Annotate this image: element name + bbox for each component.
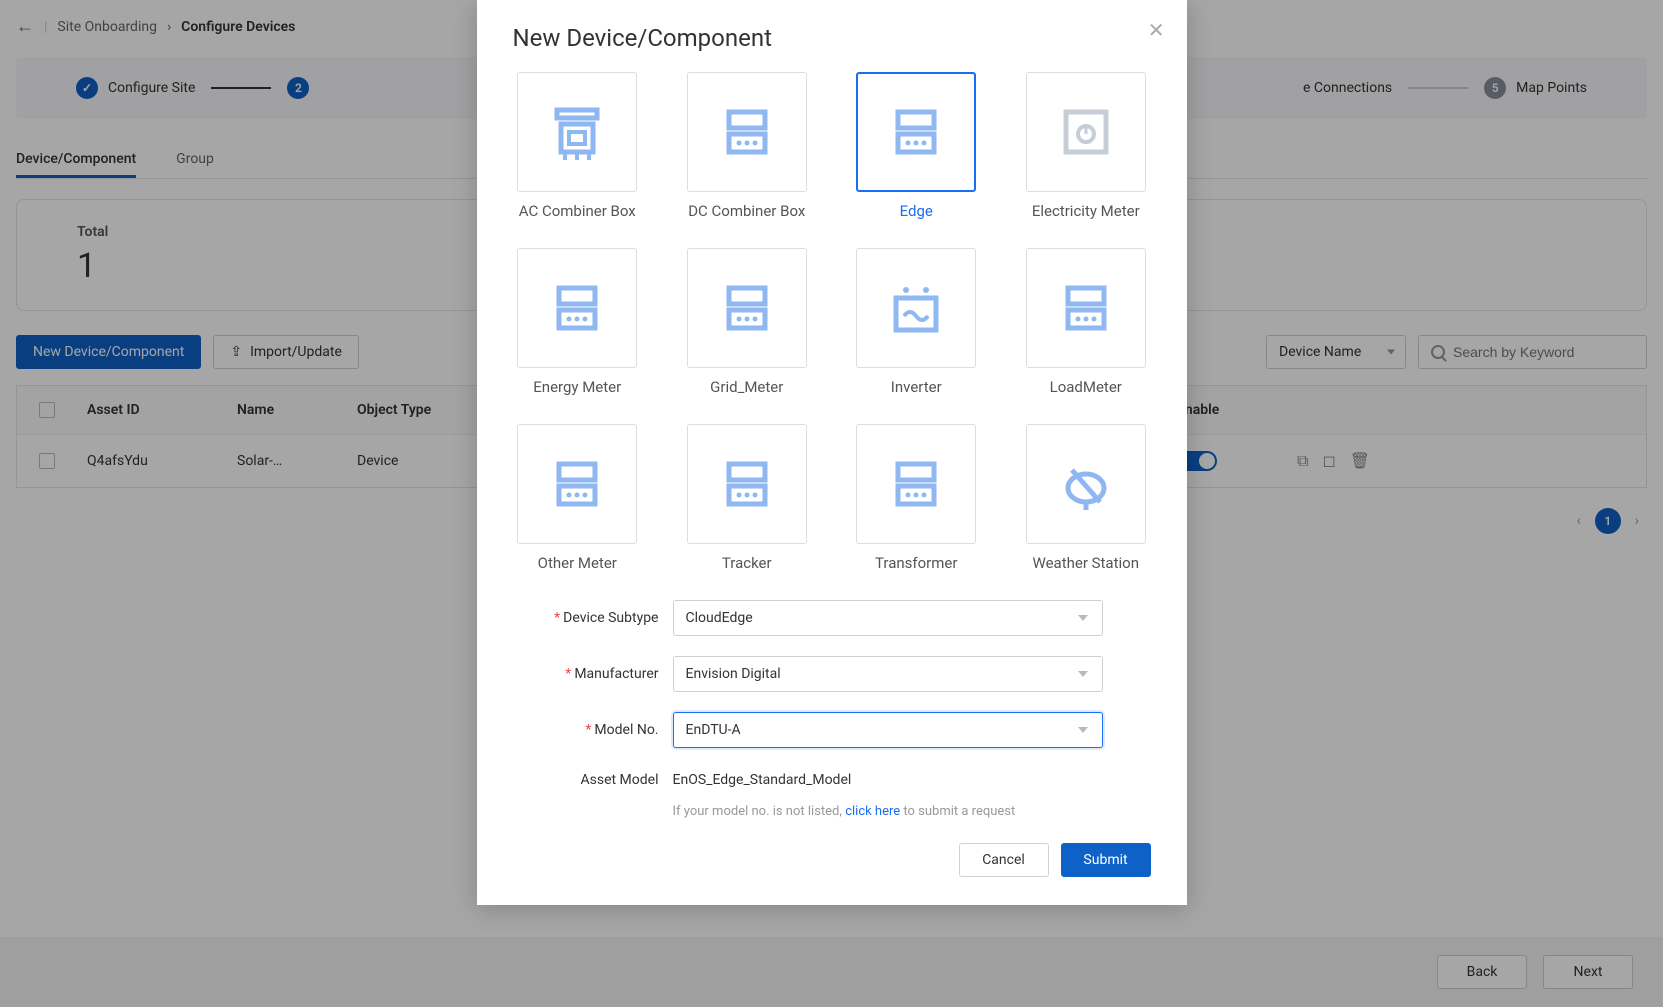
device-type-dc-combiner[interactable]: DC Combiner Box: [687, 72, 807, 220]
device-type-label: DC Combiner Box: [687, 202, 807, 220]
electricity-meter-icon: [1026, 72, 1146, 192]
model-hint: If your model no. is not listed, click h…: [673, 804, 1151, 819]
load-meter-icon: [1026, 248, 1146, 368]
other-meter-icon: [517, 424, 637, 544]
device-type-other-meter[interactable]: Other Meter: [517, 424, 637, 572]
device-type-label: LoadMeter: [1026, 378, 1146, 396]
device-type-grid: AC Combiner Box DC Combiner Box Edge Electr…: [513, 72, 1151, 572]
label-manufacturer: *Manufacturer: [513, 666, 673, 682]
label-asset-model: Asset Model: [513, 772, 673, 788]
device-type-label: Electricity Meter: [1026, 202, 1146, 220]
device-type-label: Grid_Meter: [687, 378, 807, 396]
ac-combiner-icon: [517, 72, 637, 192]
device-type-label: Tracker: [687, 554, 807, 572]
submit-button[interactable]: Submit: [1061, 843, 1151, 877]
energy-meter-icon: [517, 248, 637, 368]
device-type-ac-combiner[interactable]: AC Combiner Box: [517, 72, 637, 220]
device-type-label: Edge: [856, 202, 976, 220]
device-type-label: Weather Station: [1026, 554, 1146, 572]
asset-model-value: EnOS_Edge_Standard_Model: [673, 768, 852, 792]
inverter-icon: [856, 248, 976, 368]
manufacturer-select[interactable]: Envision Digital: [673, 656, 1103, 692]
device-type-energy-meter[interactable]: Energy Meter: [517, 248, 637, 396]
device-type-load-meter[interactable]: LoadMeter: [1026, 248, 1146, 396]
device-type-tracker[interactable]: Tracker: [687, 424, 807, 572]
new-device-modal: ✕ New Device/Component AC Combiner Box DC…: [477, 0, 1187, 905]
tracker-icon: [687, 424, 807, 544]
click-here-link[interactable]: click here: [845, 804, 900, 819]
model-no-select[interactable]: EnDTU-A: [673, 712, 1103, 748]
device-type-transformer[interactable]: Transformer: [856, 424, 976, 572]
grid-meter-icon: [687, 248, 807, 368]
device-type-inverter[interactable]: Inverter: [856, 248, 976, 396]
weather-station-icon: [1026, 424, 1146, 544]
close-icon[interactable]: ✕: [1148, 18, 1165, 42]
device-type-label: Energy Meter: [517, 378, 637, 396]
device-type-label: Inverter: [856, 378, 976, 396]
modal-title: New Device/Component: [513, 24, 1151, 52]
device-type-label: AC Combiner Box: [517, 202, 637, 220]
device-type-weather-station[interactable]: Weather Station: [1026, 424, 1146, 572]
device-type-label: Other Meter: [517, 554, 637, 572]
device-subtype-select[interactable]: CloudEdge: [673, 600, 1103, 636]
device-type-label: Transformer: [856, 554, 976, 572]
device-type-edge[interactable]: Edge: [856, 72, 976, 220]
device-type-electricity-meter[interactable]: Electricity Meter: [1026, 72, 1146, 220]
edge-icon: [856, 72, 976, 192]
label-device-subtype: *Device Subtype: [513, 610, 673, 626]
transformer-icon: [856, 424, 976, 544]
device-type-grid-meter[interactable]: Grid_Meter: [687, 248, 807, 396]
dc-combiner-icon: [687, 72, 807, 192]
label-model-no: *Model No.: [513, 722, 673, 738]
cancel-button[interactable]: Cancel: [959, 843, 1049, 877]
